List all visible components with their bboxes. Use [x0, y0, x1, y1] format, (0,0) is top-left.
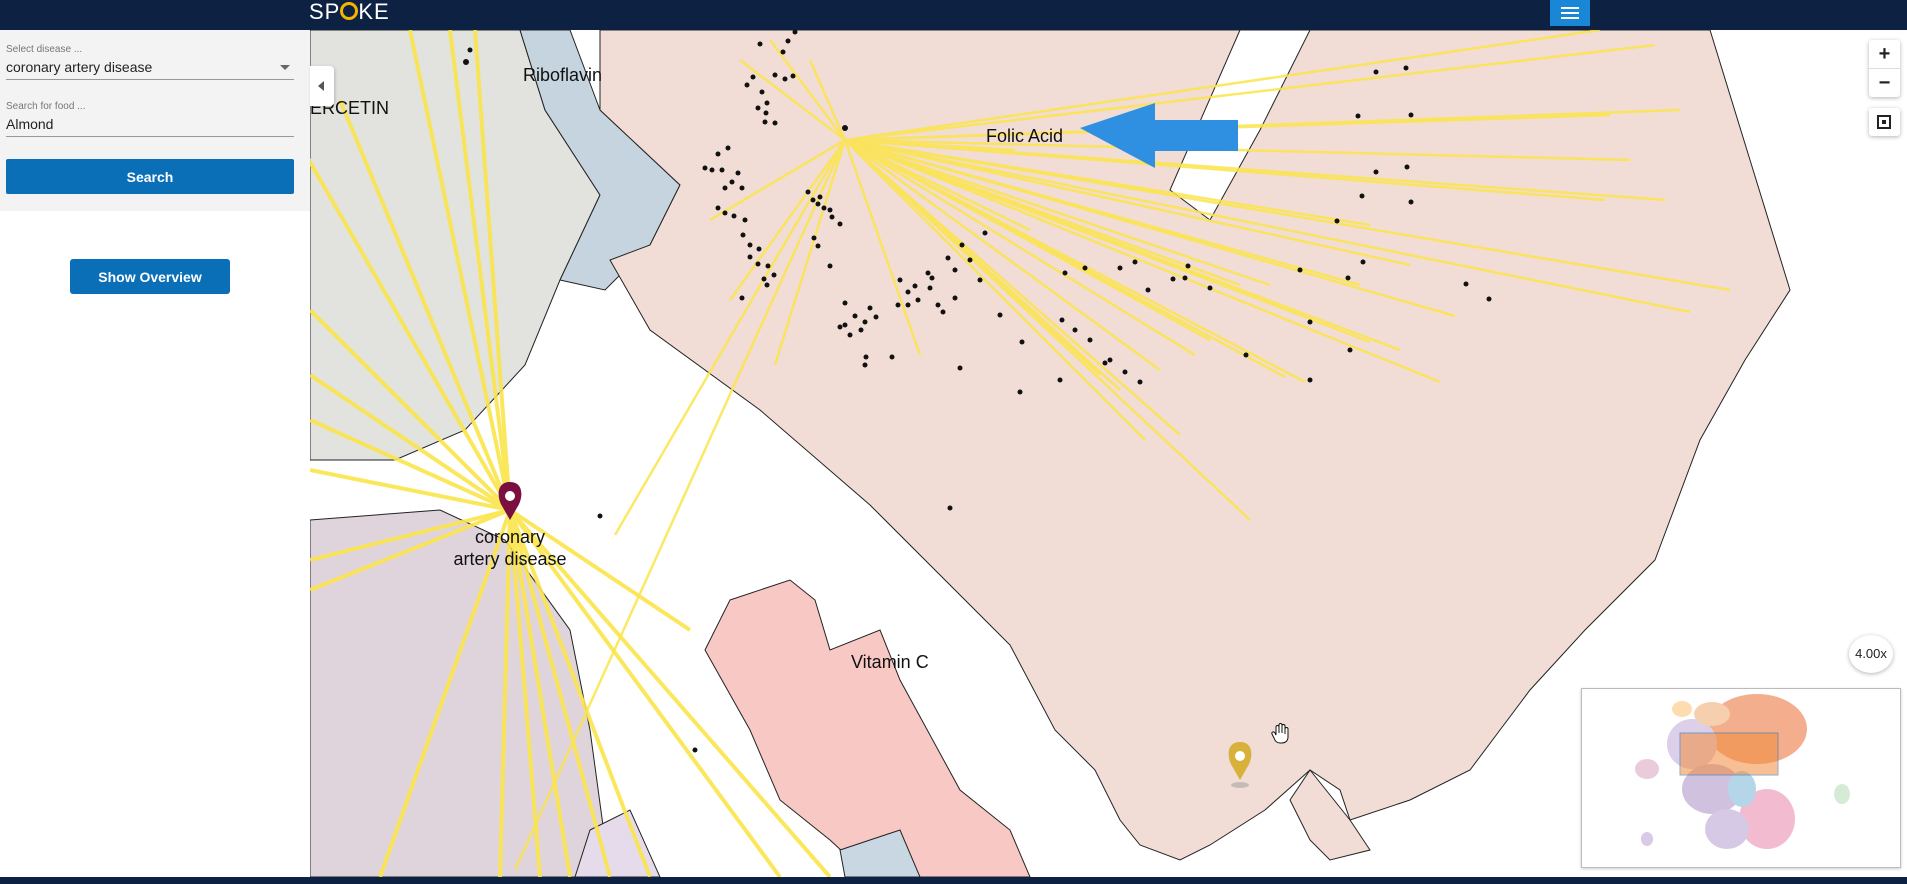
- fullscreen-icon: [1877, 115, 1891, 129]
- disease-label-line2: artery disease: [453, 549, 567, 569]
- hamburger-menu-button[interactable]: [1550, 0, 1590, 26]
- zoom-control: + −: [1869, 40, 1900, 97]
- fullscreen-button[interactable]: [1869, 108, 1900, 136]
- riboflavin-label: Riboflavin: [523, 65, 603, 85]
- folic-acid-label: Folic Acid: [986, 126, 1064, 146]
- food-search-input[interactable]: Almond: [6, 116, 294, 137]
- logo-text-left: SP: [309, 0, 341, 24]
- disease-select-value[interactable]: coronary artery disease: [6, 59, 294, 80]
- search-button[interactable]: Search: [6, 159, 294, 194]
- riboflavin-node[interactable]: [463, 59, 469, 65]
- disease-label: coronary artery disease: [440, 526, 580, 570]
- disease-select[interactable]: Select disease ... coronary artery disea…: [6, 44, 294, 80]
- food-search-label: Search for food ...: [6, 101, 86, 112]
- search-panel: Select disease ... coronary artery disea…: [0, 30, 310, 211]
- zoom-in-button[interactable]: +: [1869, 40, 1900, 68]
- overview-minimap[interactable]: [1581, 688, 1901, 868]
- disease-select-text: coronary artery disease: [6, 59, 153, 75]
- disease-label-line1: coronary: [474, 527, 546, 547]
- spoke-logo: SP KE: [309, 0, 390, 30]
- minimap-graphics: [1635, 694, 1850, 849]
- logo-o-icon: [340, 2, 359, 21]
- chevron-down-icon[interactable]: [280, 65, 290, 70]
- vitamin-c-label: Vitamin C: [851, 652, 929, 672]
- food-search-field[interactable]: Search for food ... Almond: [6, 101, 294, 137]
- sidebar: Select disease ... coronary artery disea…: [0, 30, 310, 877]
- zoom-out-button[interactable]: −: [1869, 68, 1900, 97]
- disease-select-label: Select disease ...: [6, 44, 83, 55]
- folic-acid-node[interactable]: [842, 125, 848, 131]
- logo-text-right: KE: [358, 0, 390, 24]
- region-pink-vitaminc: [704, 579, 1031, 877]
- bottom-bar: [0, 877, 1907, 884]
- zoom-level-badge: 4.00x: [1849, 635, 1893, 673]
- collapse-sidebar-button[interactable]: [310, 66, 334, 106]
- top-bar: SP KE: [0, 0, 1907, 30]
- hamburger-icon: [1561, 7, 1579, 19]
- show-overview-button[interactable]: Show Overview: [70, 259, 230, 294]
